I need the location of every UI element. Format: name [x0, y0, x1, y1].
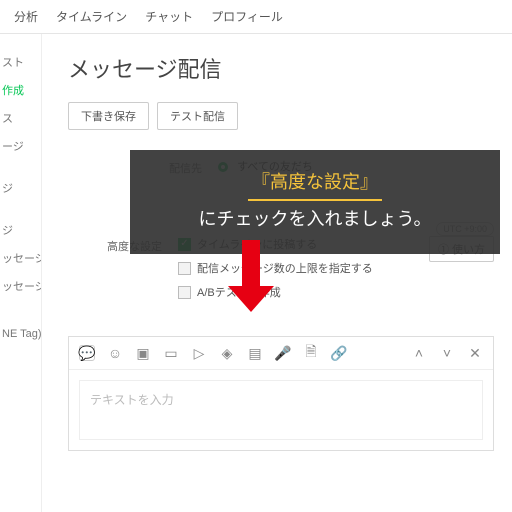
video-icon[interactable]: ▷	[191, 345, 207, 361]
chat-icon[interactable]: 💬	[79, 345, 95, 361]
close-icon[interactable]: ✕	[467, 345, 483, 361]
opt-limit[interactable]: 配信メッセージ数の上限を指定する	[178, 260, 494, 276]
checkbox-icon[interactable]	[178, 262, 191, 275]
sidebar: スト 作成 ス ージ ジ ジ ッセージ ッセージ NE Tag)	[0, 34, 42, 512]
sidebar-item-7[interactable]: ッセージ	[0, 272, 37, 300]
page-title: メッセージ配信	[68, 52, 494, 84]
link-icon[interactable]: 🔗	[331, 345, 347, 361]
sidebar-item-5[interactable]: ジ	[0, 216, 37, 244]
sidebar-item-tag[interactable]: NE Tag)	[0, 322, 37, 346]
editor-placeholder: テキストを入力	[90, 393, 174, 407]
opt-limit-label: 配信メッセージ数の上限を指定する	[197, 260, 373, 276]
mic-icon[interactable]: 🎤	[275, 345, 291, 361]
test-send-button[interactable]: テスト配信	[157, 102, 238, 130]
opt-abtest[interactable]: A/Bテストを作成	[178, 284, 494, 300]
sidebar-item-create[interactable]: 作成	[0, 76, 37, 104]
sidebar-item-0[interactable]: スト	[0, 48, 37, 76]
nav-analysis[interactable]: 分析	[14, 8, 38, 25]
draft-save-button[interactable]: 下書き保存	[68, 102, 149, 130]
overlay-highlight: 『高度な設定』	[248, 168, 382, 201]
reserve-icon[interactable]: ▤	[247, 345, 263, 361]
nav-profile[interactable]: プロフィール	[211, 8, 283, 25]
nav-chat[interactable]: チャット	[145, 8, 193, 25]
up-icon[interactable]: ˄	[411, 345, 427, 361]
sidebar-item-2[interactable]: ス	[0, 104, 37, 132]
editor-textarea[interactable]: テキストを入力	[79, 380, 483, 440]
smile-icon[interactable]: ☺	[107, 345, 123, 361]
overlay-text: にチェックを入れましょう。	[199, 209, 432, 229]
main-panel: メッセージ配信 下書き保存 テスト配信 配信先 すべての友だち UTC +9:0…	[42, 34, 512, 512]
sidebar-item-4[interactable]: ジ	[0, 174, 37, 202]
instruction-overlay: 『高度な設定』 にチェックを入れましょう。	[130, 150, 500, 254]
sidebar-item-6[interactable]: ッセージ	[0, 244, 37, 272]
checkbox-icon[interactable]	[178, 286, 191, 299]
nav-timeline[interactable]: タイムライン	[56, 8, 127, 25]
action-row: 下書き保存 テスト配信	[68, 102, 494, 130]
card-icon[interactable]: ▭	[163, 345, 179, 361]
image-icon[interactable]: ▣	[135, 345, 151, 361]
editor-toolbar: 💬 ☺ ▣ ▭ ▷ ◈ ▤ 🎤 🗎 🔗 ˄ ˅ ✕	[69, 337, 493, 370]
sidebar-item-3[interactable]: ージ	[0, 132, 37, 160]
top-nav: 分析 タイムライン チャット プロフィール	[0, 0, 512, 34]
down-icon[interactable]: ˅	[439, 345, 455, 361]
file-icon[interactable]: 🗎	[303, 345, 319, 361]
voice-icon[interactable]: ◈	[219, 345, 235, 361]
message-editor: 💬 ☺ ▣ ▭ ▷ ◈ ▤ 🎤 🗎 🔗 ˄ ˅ ✕ テキストを入力	[68, 336, 494, 451]
